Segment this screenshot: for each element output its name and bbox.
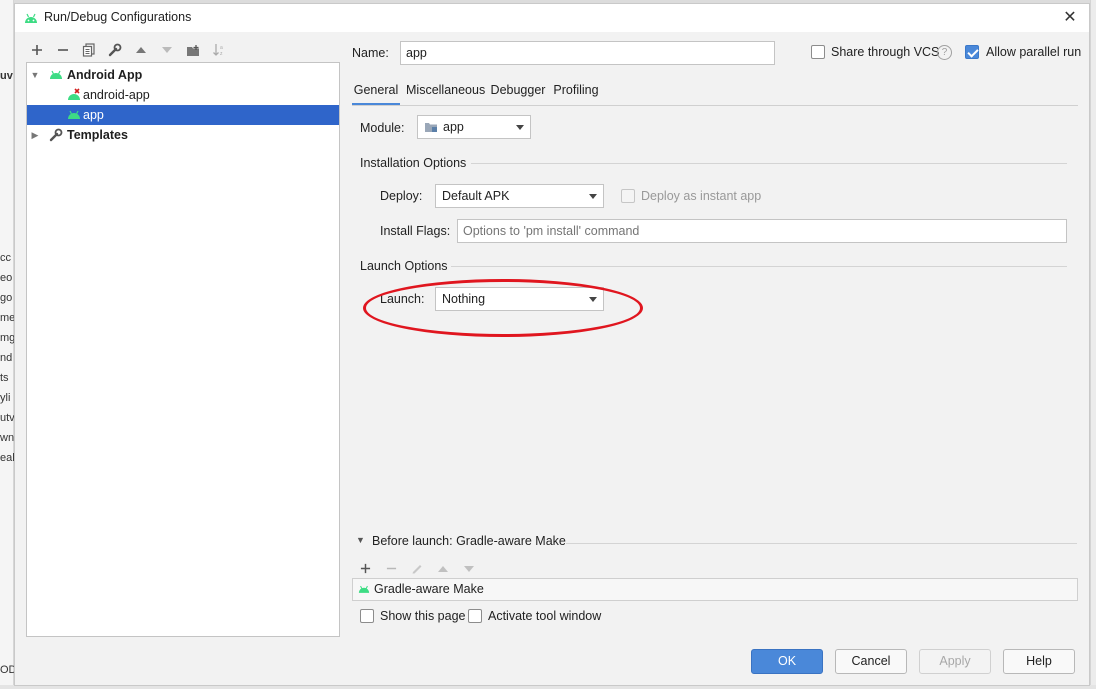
tree-item-android-app[interactable]: ▼ Android App: [27, 65, 339, 85]
expand-arrow-icon[interactable]: ▼: [29, 65, 41, 85]
remove-icon[interactable]: [53, 40, 73, 60]
ide-background-right: [1090, 0, 1096, 689]
copy-icon[interactable]: [79, 40, 99, 60]
move-task-down-icon[interactable]: [460, 560, 478, 578]
ide-fragment: mg: [0, 332, 14, 344]
allow-parallel-run-checkbox[interactable]: [965, 45, 979, 59]
name-label: Name:: [352, 46, 389, 60]
move-down-icon[interactable]: [157, 40, 177, 60]
edit-task-icon[interactable]: [408, 560, 426, 578]
launch-dropdown[interactable]: Nothing: [435, 287, 604, 311]
tree-item-label: app: [83, 108, 104, 122]
folder-icon[interactable]: [183, 40, 203, 60]
ide-fragment: uv: [0, 70, 13, 82]
run-debug-configurations-dialog: Run/Debug Configurations ✕ az ▼ Android …: [14, 3, 1090, 686]
android-icon: [50, 70, 62, 79]
list-item[interactable]: Gradle-aware Make: [353, 579, 1077, 600]
task-label: Gradle-aware Make: [374, 582, 484, 596]
remove-task-icon[interactable]: [382, 560, 400, 578]
show-this-page-checkbox[interactable]: [360, 609, 374, 623]
apply-button[interactable]: Apply: [919, 649, 991, 674]
module-folder-icon: [425, 123, 437, 132]
close-button[interactable]: ✕: [1059, 7, 1081, 29]
tab-profiling[interactable]: Profiling: [552, 80, 600, 106]
tab-miscellaneous[interactable]: Miscellaneous: [406, 80, 485, 106]
android-error-icon: [68, 88, 80, 100]
ide-fragment: OD: [0, 664, 14, 676]
ide-fragment: go: [0, 292, 13, 304]
dialog-title: Run/Debug Configurations: [44, 10, 192, 24]
launch-value: Nothing: [442, 292, 486, 306]
collapse-arrow-icon[interactable]: ▶: [29, 125, 41, 145]
android-icon: [25, 13, 37, 23]
name-field[interactable]: app: [400, 41, 775, 65]
share-vcs-label: Share through VCS: [831, 45, 940, 59]
wrench-icon: [49, 128, 63, 142]
module-label: Module:: [360, 121, 405, 135]
android-icon: [358, 585, 370, 593]
help-button[interactable]: Help: [1003, 649, 1075, 674]
chevron-down-icon: [516, 125, 524, 130]
help-icon[interactable]: ?: [937, 45, 952, 60]
ide-fragment: ts: [0, 372, 9, 384]
add-task-icon[interactable]: [356, 560, 374, 578]
launch-options-title: Launch Options: [360, 259, 448, 273]
section-divider: [471, 163, 1067, 164]
ide-fragment: eo: [0, 272, 13, 284]
activate-tool-window-label: Activate tool window: [488, 609, 602, 623]
move-task-up-icon[interactable]: [434, 560, 452, 578]
ok-button[interactable]: OK: [751, 649, 823, 674]
svg-text:z: z: [220, 51, 223, 57]
allow-parallel-run-label: Allow parallel run: [986, 45, 1082, 59]
installation-options-title: Installation Options: [360, 156, 467, 170]
ide-background-editor: uv cc eo go me mg nd ts yli utv wn eal O…: [0, 0, 14, 689]
dialog-title-bar: Run/Debug Configurations ✕: [15, 4, 1089, 32]
ide-fragment: yli: [0, 392, 11, 404]
cancel-button[interactable]: Cancel: [835, 649, 907, 674]
collapse-arrow-icon[interactable]: ▼: [356, 535, 365, 545]
ide-fragment: cc: [0, 252, 11, 264]
tab-debugger[interactable]: Debugger: [490, 80, 546, 106]
tree-item-templates[interactable]: ▶ Templates: [27, 125, 339, 145]
install-flags-field[interactable]: [457, 219, 1067, 243]
ide-fragment: me: [0, 312, 14, 324]
deploy-label: Deploy:: [380, 189, 423, 203]
section-divider: [566, 543, 1077, 544]
move-up-icon[interactable]: [131, 40, 151, 60]
add-icon[interactable]: [27, 40, 47, 60]
ide-fragment: eal: [0, 452, 14, 464]
tree-item-label: Android App: [67, 68, 143, 82]
chevron-down-icon: [589, 297, 597, 302]
section-divider: [451, 266, 1067, 267]
wrench-icon[interactable]: [105, 40, 125, 60]
tree-item-app[interactable]: app: [27, 105, 339, 125]
sort-icon[interactable]: az: [209, 40, 229, 60]
module-dropdown[interactable]: app: [417, 115, 531, 139]
launch-label: Launch:: [380, 292, 425, 306]
android-icon: [68, 110, 80, 119]
ide-fragment: nd: [0, 352, 13, 364]
chevron-down-icon: [589, 194, 597, 199]
tab-general[interactable]: General: [352, 80, 400, 106]
share-vcs-checkbox[interactable]: [811, 45, 825, 59]
configurations-tree: ▼ Android App android-app app ▶ Template…: [26, 62, 340, 637]
module-value: app: [443, 120, 464, 134]
tree-item-label: android-app: [83, 88, 150, 102]
deploy-instant-app-checkbox[interactable]: [621, 189, 635, 203]
before-launch-title: Before launch: Gradle-aware Make: [372, 534, 566, 548]
deploy-value: Default APK: [442, 189, 510, 203]
before-launch-task-list: Gradle-aware Make: [352, 578, 1078, 601]
activate-tool-window-checkbox[interactable]: [468, 609, 482, 623]
tab-divider: [352, 105, 1078, 106]
ide-fragment: utv: [0, 412, 14, 424]
deploy-instant-app-label: Deploy as instant app: [641, 189, 762, 203]
install-flags-label: Install Flags:: [380, 224, 451, 238]
deploy-dropdown[interactable]: Default APK: [435, 184, 604, 208]
show-this-page-label: Show this page: [380, 609, 466, 623]
tree-item-label: Templates: [67, 128, 128, 142]
tree-item-android-app-config[interactable]: android-app: [27, 85, 339, 105]
ide-fragment: wn: [0, 432, 14, 444]
